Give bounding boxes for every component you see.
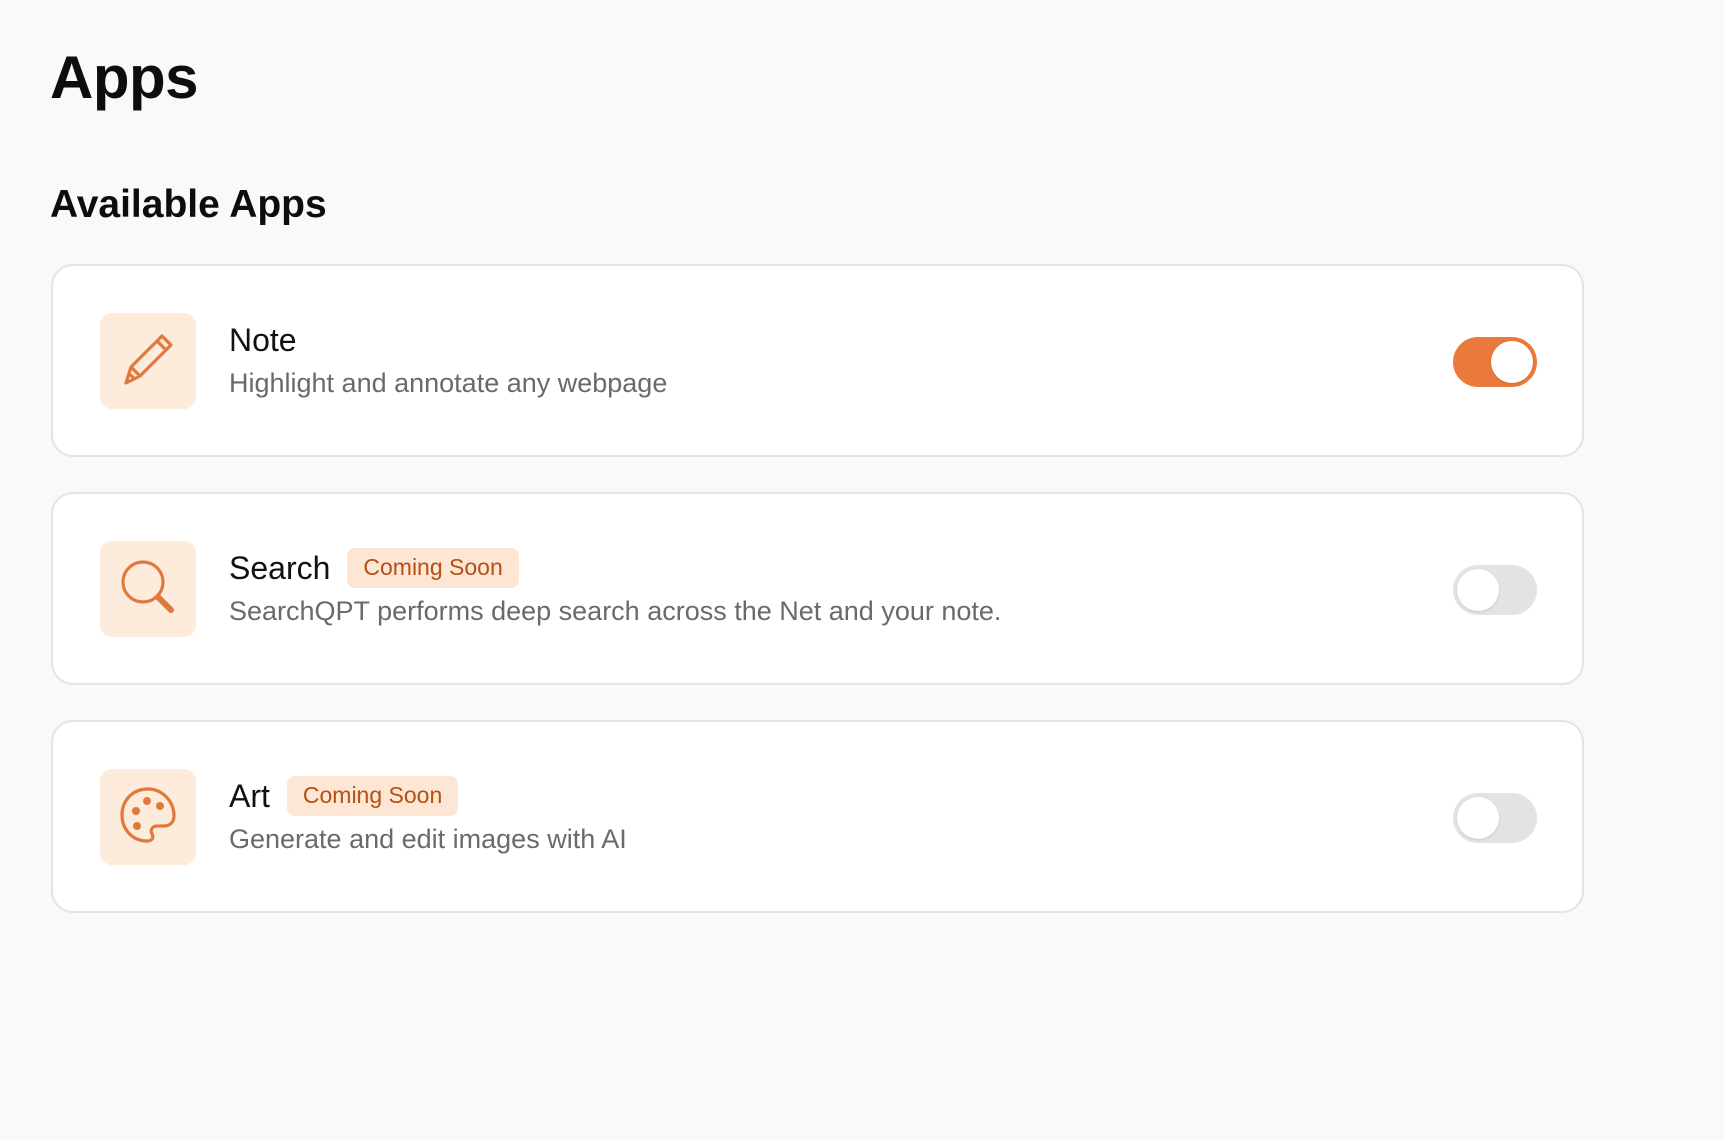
coming-soon-badge: Coming Soon: [347, 548, 519, 588]
note-toggle[interactable]: [1453, 337, 1537, 387]
app-name: Note: [229, 322, 297, 358]
search-icon: [114, 553, 182, 626]
app-card-note: Note Highlight and annotate any webpage: [51, 264, 1584, 457]
art-toggle[interactable]: [1453, 793, 1537, 843]
app-title-row: Search Coming Soon: [229, 548, 1001, 588]
apps-page: Apps Available Apps Note Highlight and a…: [0, 0, 1724, 1140]
app-text: Search Coming Soon SearchQPT performs de…: [229, 548, 1002, 628]
app-card-search: Search Coming Soon SearchQPT performs de…: [51, 492, 1584, 685]
app-name: Art: [229, 778, 270, 814]
app-text: Note Highlight and annotate any webpage: [229, 321, 667, 400]
app-title-row: Note: [229, 321, 667, 359]
app-icon-box: [100, 313, 196, 409]
toggle-knob: [1491, 341, 1533, 383]
coming-soon-badge: Coming Soon: [286, 776, 459, 816]
app-title-row: Art Coming Soon: [229, 776, 627, 816]
toggle-knob: [1457, 569, 1499, 611]
app-description: Highlight and annotate any webpage: [229, 368, 668, 398]
app-icon-box: [100, 541, 196, 637]
app-description: Generate and edit images with AI: [229, 824, 627, 854]
pencil-icon: [114, 325, 182, 398]
app-name: Search: [229, 550, 331, 586]
page-title: Apps: [50, 44, 199, 111]
toggle-knob: [1457, 797, 1499, 839]
search-toggle[interactable]: [1453, 565, 1537, 615]
app-icon-box: [100, 769, 196, 865]
app-description: SearchQPT performs deep search across th…: [229, 596, 1002, 626]
app-text: Art Coming Soon Generate and edit images…: [229, 776, 627, 856]
app-card-art: Art Coming Soon Generate and edit images…: [51, 720, 1584, 913]
palette-icon: [114, 781, 182, 854]
section-title: Available Apps: [50, 183, 327, 226]
